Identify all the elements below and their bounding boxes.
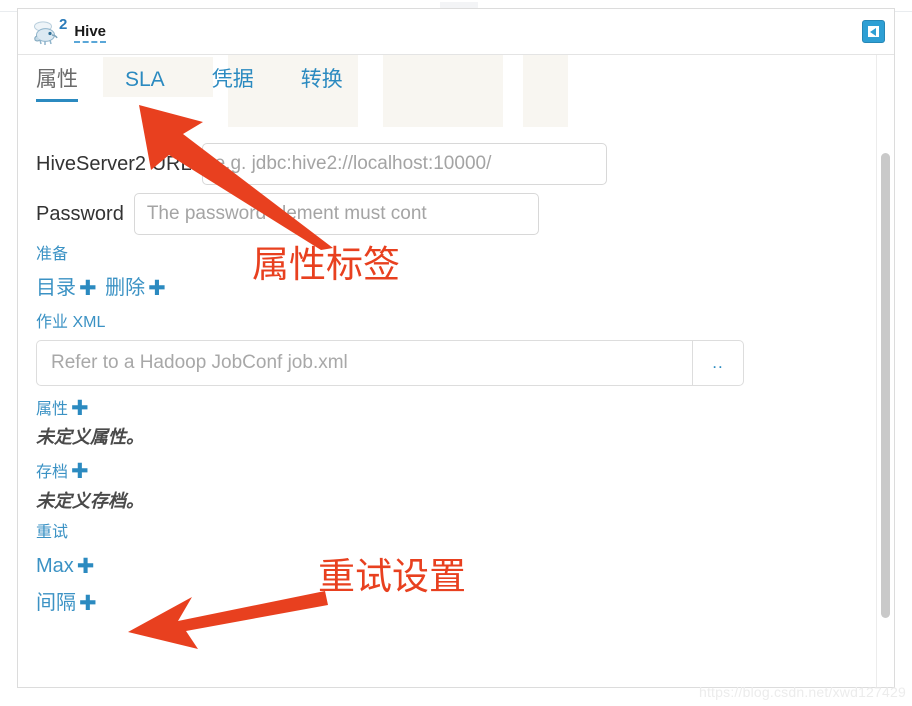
- tab-sla[interactable]: SLA: [125, 62, 165, 102]
- collapse-left-arrow-icon: [868, 26, 879, 37]
- tab-transform[interactable]: 转换: [301, 62, 343, 102]
- panel-header: 2 Hive: [18, 9, 894, 55]
- properties-section-title[interactable]: 属性: [36, 401, 68, 418]
- vertical-scrollbar-thumb[interactable]: [881, 153, 890, 618]
- archives-section-title[interactable]: 存档: [36, 464, 68, 481]
- properties-empty-text: 未定义属性。: [36, 426, 144, 447]
- tab-credentials[interactable]: 凭据: [212, 62, 254, 102]
- brand-title: Hive: [74, 24, 107, 43]
- watermark: https://blog.csdn.net/xwd127429: [698, 684, 906, 700]
- password-row: Password: [36, 193, 854, 235]
- annotation-retry-settings: 重试设置: [318, 555, 466, 598]
- annotation-properties-tab: 属性标签: [252, 243, 400, 286]
- prepare-delete-add-icon[interactable]: ✚: [145, 277, 169, 300]
- job-xml-input[interactable]: [36, 339, 692, 386]
- hive-logo-icon: [32, 18, 62, 46]
- job-xml-section-title: 作业 XML: [36, 313, 106, 331]
- retry-max-add-icon[interactable]: ✚: [74, 555, 98, 578]
- brand: 2 Hive: [32, 16, 107, 46]
- properties-add-icon[interactable]: ✚: [68, 397, 92, 420]
- properties-form: HiveServer2 URL Password 准备 目录✚ 删除✚ 作业 X…: [36, 143, 854, 618]
- job-xml-row: ..: [36, 339, 744, 386]
- retry-interval-label[interactable]: 间隔: [36, 592, 76, 614]
- prepare-delete-link[interactable]: 删除: [105, 277, 145, 299]
- archives-empty-text: 未定义存档。: [36, 490, 144, 511]
- hiveserver2-url-row: HiveServer2 URL: [36, 143, 854, 185]
- hiveserver2-url-label: HiveServer2 URL: [36, 152, 192, 175]
- prepare-actions-row: 目录 ✚ 删除 ✚: [36, 275, 854, 303]
- archives-section-row: 存档 ✚: [36, 458, 854, 486]
- password-input[interactable]: [133, 193, 539, 235]
- prepare-section-title: 准备: [36, 246, 69, 263]
- archives-add-icon[interactable]: ✚: [68, 460, 92, 483]
- collapse-panel-button[interactable]: [862, 20, 885, 43]
- prepare-mkdir-link[interactable]: 目录: [36, 277, 76, 299]
- properties-section-row: 属性 ✚: [36, 395, 854, 423]
- prepare-mkdir-add-icon[interactable]: ✚: [76, 277, 100, 300]
- retry-section-title: 重试: [36, 524, 69, 541]
- retry-max-label[interactable]: Max: [36, 555, 74, 577]
- tab-bar: 属性 SLA 凭据 转换: [18, 62, 894, 103]
- hiveserver2-url-input[interactable]: [201, 143, 607, 185]
- retry-interval-add-icon[interactable]: ✚: [76, 592, 100, 615]
- tab-properties[interactable]: 属性: [36, 62, 78, 103]
- password-label: Password: [36, 202, 124, 225]
- vertical-scrollbar-track[interactable]: [876, 55, 894, 687]
- job-xml-browse-button[interactable]: ..: [692, 339, 744, 386]
